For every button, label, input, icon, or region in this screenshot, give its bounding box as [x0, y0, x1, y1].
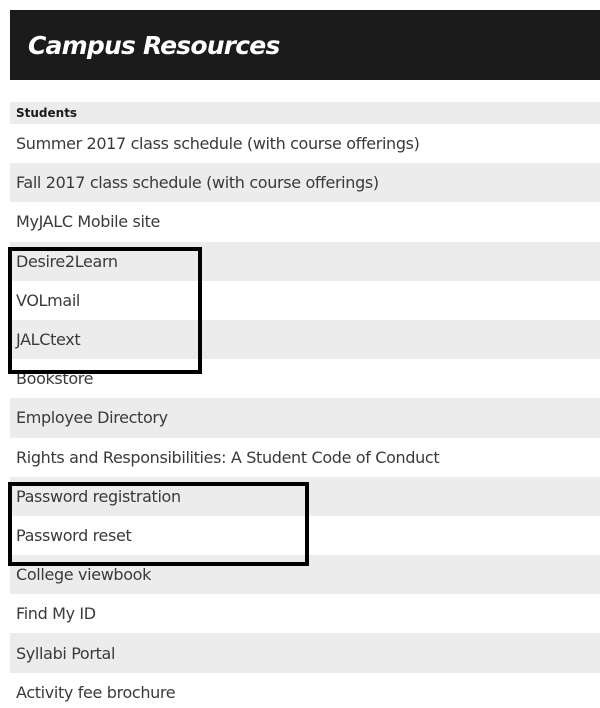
campus-resources-panel: Campus Resources Students Summer 2017 cl…	[10, 10, 600, 708]
link-password-registration[interactable]: Password registration	[10, 476, 600, 516]
link-summer-2017-schedule[interactable]: Summer 2017 class schedule (with course …	[10, 124, 600, 164]
section-header-students: Students	[10, 102, 600, 124]
link-student-code-of-conduct[interactable]: Rights and Responsibilities: A Student C…	[10, 437, 600, 477]
link-activity-fee-brochure[interactable]: Activity fee brochure	[10, 672, 600, 708]
link-bookstore[interactable]: Bookstore	[10, 359, 600, 399]
link-volmail[interactable]: VOLmail	[10, 280, 600, 320]
link-desire2learn[interactable]: Desire2Learn	[10, 241, 600, 281]
link-myjalc-mobile[interactable]: MyJALC Mobile site	[10, 202, 600, 242]
link-college-viewbook[interactable]: College viewbook	[10, 555, 600, 595]
link-syllabi-portal[interactable]: Syllabi Portal	[10, 633, 600, 673]
panel-header: Campus Resources	[10, 10, 600, 80]
link-password-reset[interactable]: Password reset	[10, 515, 600, 556]
link-jalctext[interactable]: JALCtext	[10, 319, 600, 360]
link-fall-2017-schedule[interactable]: Fall 2017 class schedule (with course of…	[10, 163, 600, 203]
link-employee-directory[interactable]: Employee Directory	[10, 398, 600, 438]
resource-link-list: Summer 2017 class schedule (with course …	[10, 124, 600, 708]
header-spacer	[10, 80, 600, 102]
link-find-my-id[interactable]: Find My ID	[10, 594, 600, 634]
panel-title: Campus Resources	[28, 30, 280, 60]
